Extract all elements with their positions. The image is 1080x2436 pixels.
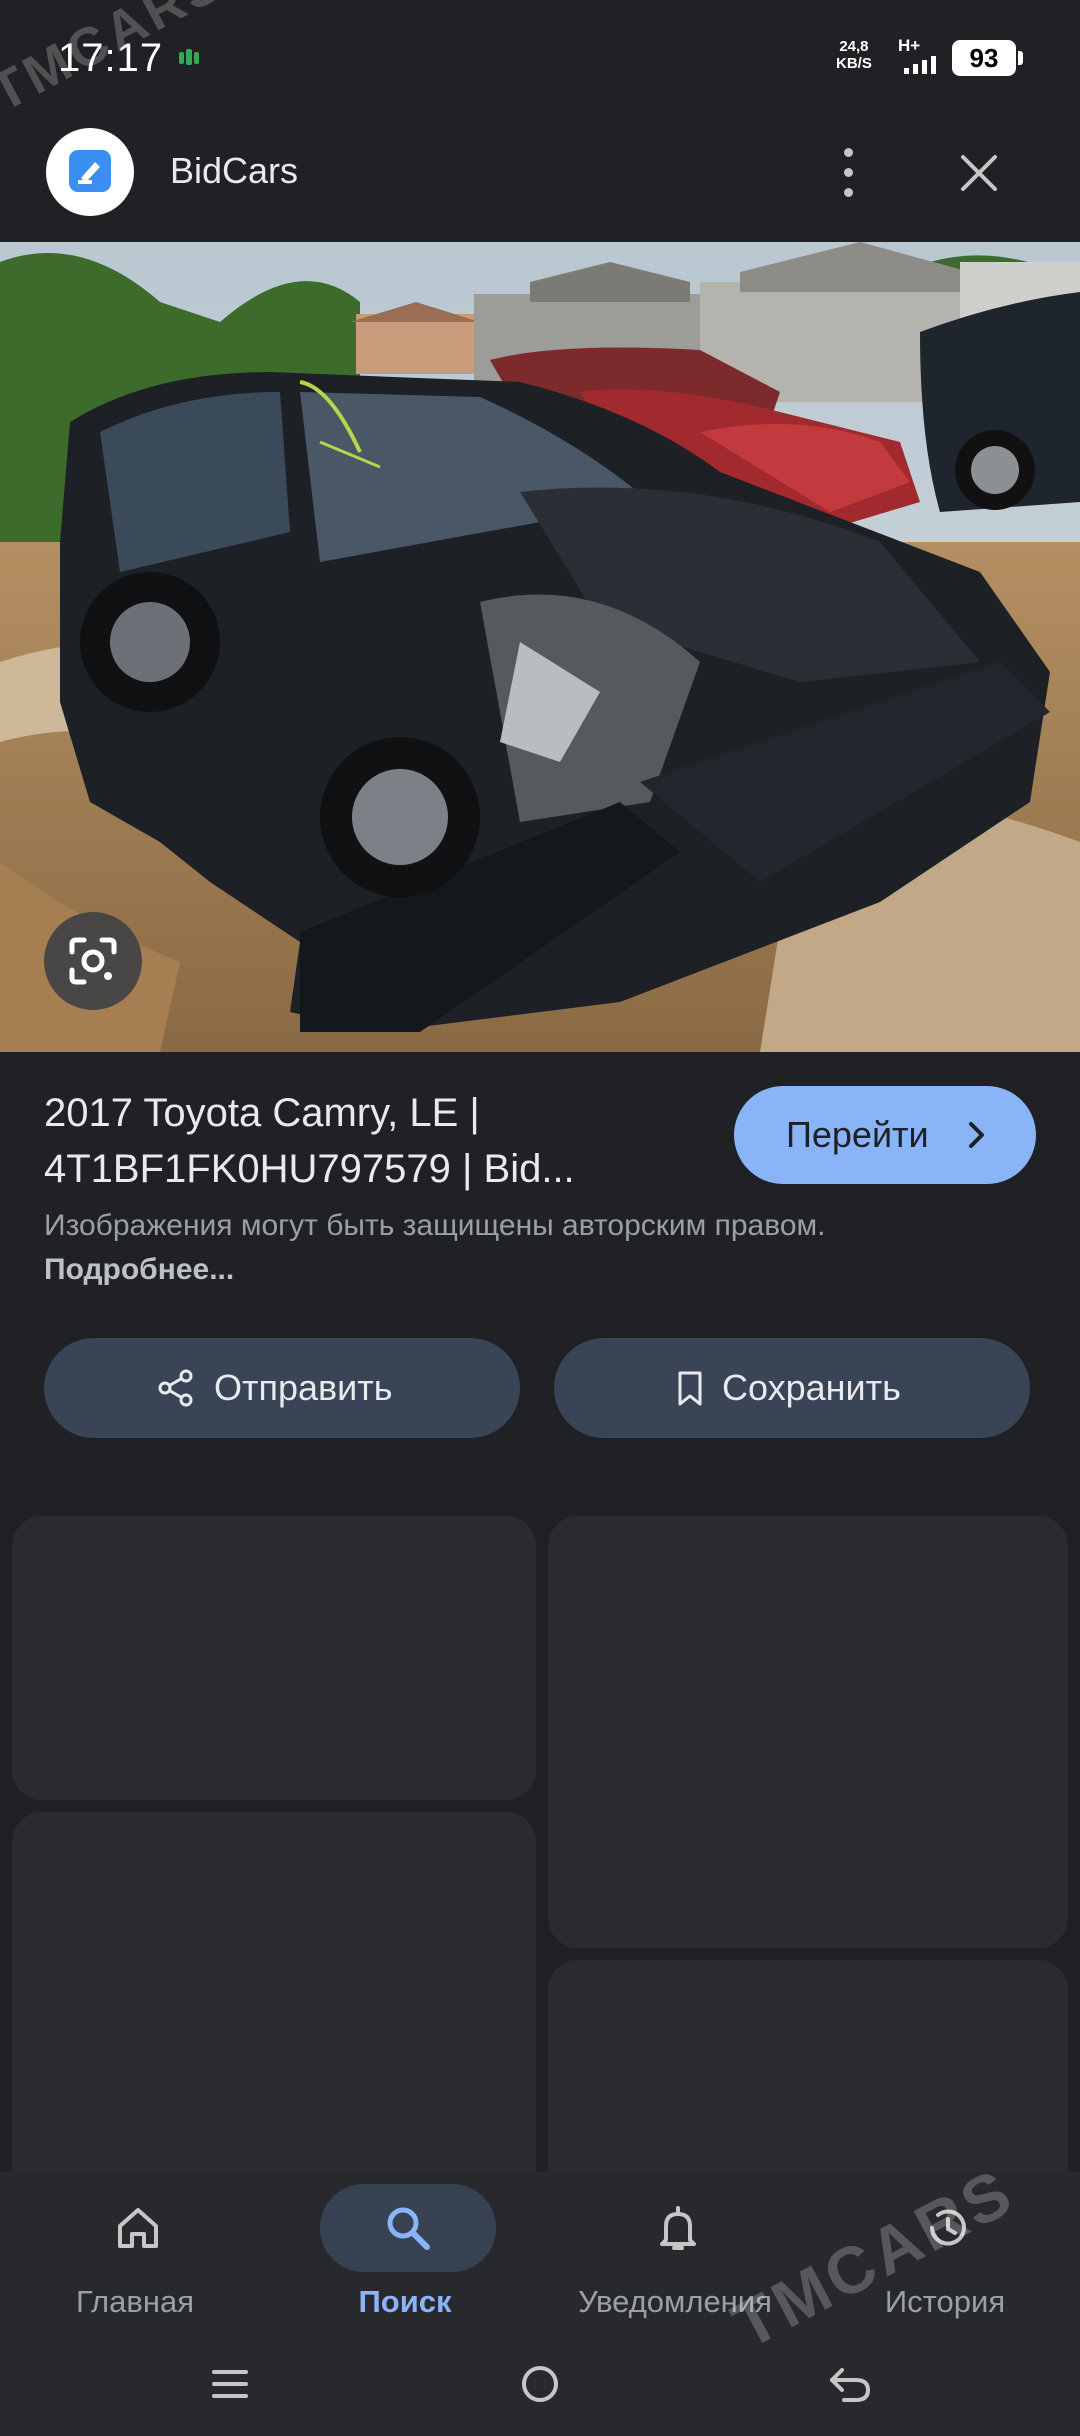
- nav-search[interactable]: Поиск: [270, 2172, 540, 2332]
- search-icon: [387, 2207, 430, 2250]
- lens-icon: [69, 937, 117, 985]
- save-button[interactable]: Сохранить: [554, 1338, 1030, 1438]
- result-placeholder: [12, 1516, 536, 1800]
- learn-more-link[interactable]: Подробнее...: [44, 1253, 234, 1286]
- system-navigation-bar: [0, 2332, 1080, 2436]
- close-icon[interactable]: [954, 148, 1004, 198]
- chevron-right-icon: [969, 1122, 984, 1148]
- copyright-notice: Изображения могут быть защищены авторски…: [44, 1204, 864, 1292]
- recent-apps-icon[interactable]: [200, 2356, 260, 2412]
- app-header: BidCars: [0, 118, 1080, 242]
- visit-button-label: Перейти: [786, 1114, 929, 1155]
- network-type: H+: [898, 36, 921, 55]
- more-vert-icon: [844, 148, 853, 157]
- bell-icon: [660, 2206, 696, 2250]
- signal-bars-icon: [904, 56, 936, 74]
- home-button-icon[interactable]: [510, 2356, 570, 2412]
- visit-button[interactable]: Перейти: [734, 1086, 1036, 1184]
- bidcars-logo-icon: [46, 128, 134, 216]
- home-icon: [118, 2208, 158, 2248]
- more-options-button[interactable]: [828, 140, 868, 204]
- more-vert-dot: [844, 188, 853, 197]
- more-vert-dot: [844, 168, 853, 177]
- share-icon: [158, 1369, 193, 1407]
- back-icon[interactable]: [820, 2356, 880, 2412]
- signal-indicator: H+: [898, 36, 942, 76]
- nav-home[interactable]: Главная: [0, 2172, 270, 2332]
- lens-search-button[interactable]: [44, 912, 142, 1010]
- wrecked-car-photo: [0, 242, 1080, 1052]
- network-speed-unit: KB/S: [836, 55, 872, 72]
- data-saver-icon: [179, 49, 199, 65]
- network-speed-value: 24,8: [839, 38, 869, 55]
- network-speed: 24,8 KB/S: [836, 38, 872, 72]
- nav-label-search: Поиск: [358, 2284, 452, 2319]
- result-image[interactable]: [0, 242, 1080, 1052]
- app-title: BidCars: [170, 150, 299, 191]
- result-title[interactable]: 2017 Toyota Camry, LE | 4T1BF1FK0HU79757…: [44, 1085, 704, 1197]
- share-button[interactable]: Отправить: [44, 1338, 520, 1438]
- save-button-label: Сохранить: [722, 1367, 901, 1408]
- nav-label-home: Главная: [76, 2284, 194, 2319]
- bookmark-icon: [678, 1371, 702, 1406]
- share-button-label: Отправить: [214, 1367, 393, 1408]
- battery-indicator: 93: [952, 40, 1023, 76]
- result-placeholder: [12, 1812, 536, 2232]
- result-placeholder: [548, 1516, 1068, 1948]
- copyright-text: Изображения могут быть защищены авторски…: [44, 1209, 826, 1242]
